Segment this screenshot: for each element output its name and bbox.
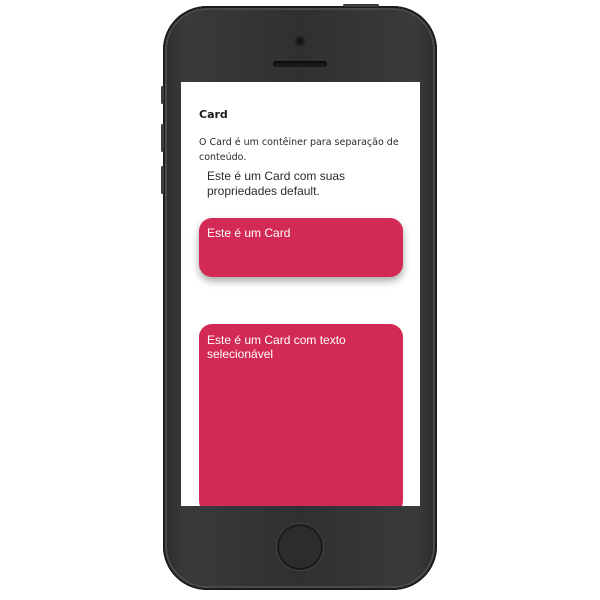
front-camera-icon: [295, 36, 305, 46]
shadow-card: Este é um Card: [199, 218, 403, 277]
screen-content: Card O Card é um contêiner para separaçã…: [181, 82, 420, 506]
mute-switch[interactable]: [161, 86, 164, 104]
default-card: Este é um Card com suas propriedades def…: [207, 169, 346, 198]
power-button[interactable]: [343, 4, 379, 7]
home-button[interactable]: [277, 524, 323, 570]
earpiece-speaker-icon: [273, 61, 327, 67]
volume-down-button[interactable]: [161, 166, 164, 194]
app-screen: Card O Card é um contêiner para separaçã…: [181, 82, 420, 506]
volume-up-button[interactable]: [161, 124, 164, 152]
shadow-card-text: Este é um Card: [207, 226, 291, 240]
page-description: O Card é um contêiner para separação de …: [199, 137, 399, 163]
selectable-card-text[interactable]: Este é um Card com texto selecionável: [207, 333, 346, 361]
page-title: Card: [199, 108, 228, 121]
selectable-card[interactable]: Este é um Card com texto selecionável: [199, 324, 403, 506]
